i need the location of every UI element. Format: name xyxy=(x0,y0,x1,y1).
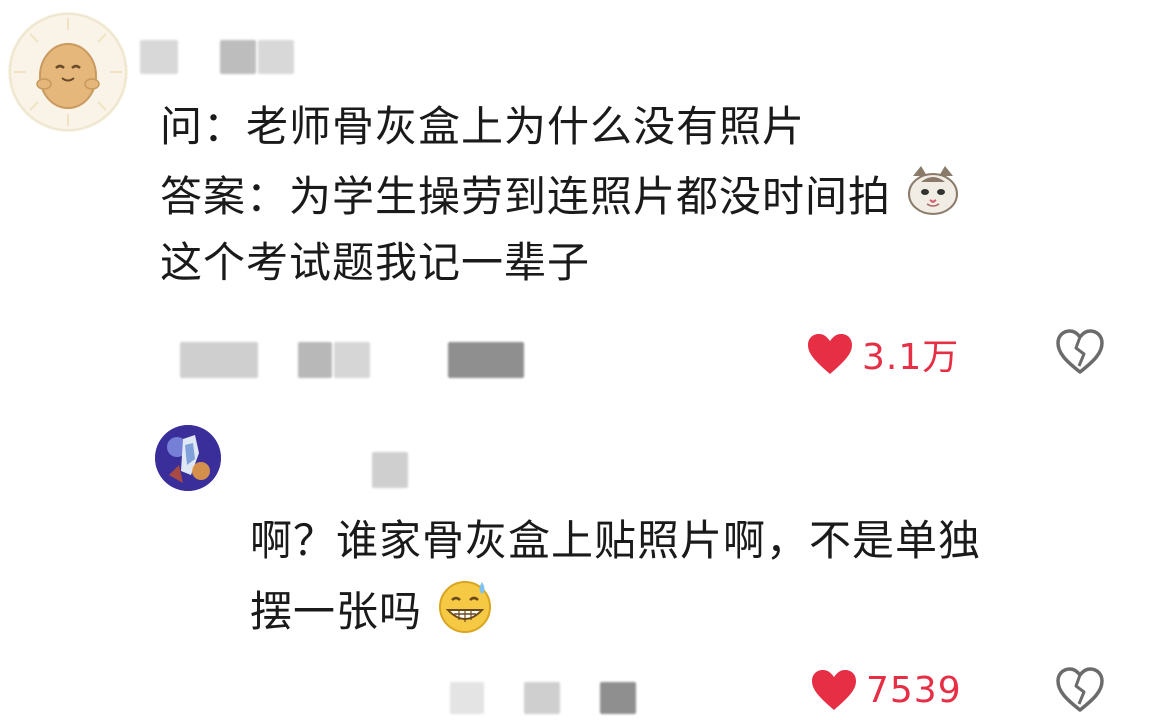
like-button[interactable]: 7539 xyxy=(810,668,962,712)
reply-line-2: 摆一张吗 xyxy=(250,576,494,653)
grinning-sweat-emoji-icon xyxy=(436,576,494,653)
comment-question-line: 问：老师骨灰盒上为什么没有照片 xyxy=(160,102,806,151)
potato-avatar-icon xyxy=(9,13,127,131)
comment-answer-text: 答案：为学生操劳到连照片都没时间拍 xyxy=(160,172,892,221)
comment-meta-blurred xyxy=(298,342,332,378)
username-blurred[interactable] xyxy=(140,40,178,74)
like-count: 7539 xyxy=(866,669,962,711)
username-blurred[interactable] xyxy=(372,452,408,488)
comment-answer-line: 答案：为学生操劳到连照片都没时间拍 xyxy=(160,162,961,237)
comment-meta-blurred xyxy=(334,342,370,378)
username-blurred[interactable] xyxy=(258,40,294,74)
reply-button-blurred[interactable] xyxy=(600,682,636,714)
reply-text-2: 摆一张吗 xyxy=(250,587,423,636)
comment-meta-blurred xyxy=(450,682,484,714)
like-button[interactable]: 3.1万 xyxy=(806,328,959,380)
comment-tail-line: 这个考试题我记一辈子 xyxy=(160,238,591,287)
reply-line-1: 啊？谁家骨灰盒上贴照片啊，不是单独 xyxy=(250,516,982,565)
cat-face-emoji-icon xyxy=(905,162,961,237)
comment-meta-blurred xyxy=(180,342,258,378)
avatar[interactable] xyxy=(8,12,128,132)
anime-avatar-icon xyxy=(155,425,221,491)
heart-icon xyxy=(808,334,852,374)
like-count: 3.1万 xyxy=(862,337,960,378)
comment-meta-blurred xyxy=(524,682,560,714)
avatar[interactable] xyxy=(155,425,221,491)
broken-heart-icon xyxy=(1056,667,1104,712)
reply-button-blurred[interactable] xyxy=(448,342,524,378)
dislike-button[interactable] xyxy=(1054,326,1106,378)
broken-heart-icon xyxy=(1056,329,1104,374)
dislike-button[interactable] xyxy=(1054,664,1106,716)
heart-icon xyxy=(812,670,856,710)
username-blurred[interactable] xyxy=(220,40,256,74)
